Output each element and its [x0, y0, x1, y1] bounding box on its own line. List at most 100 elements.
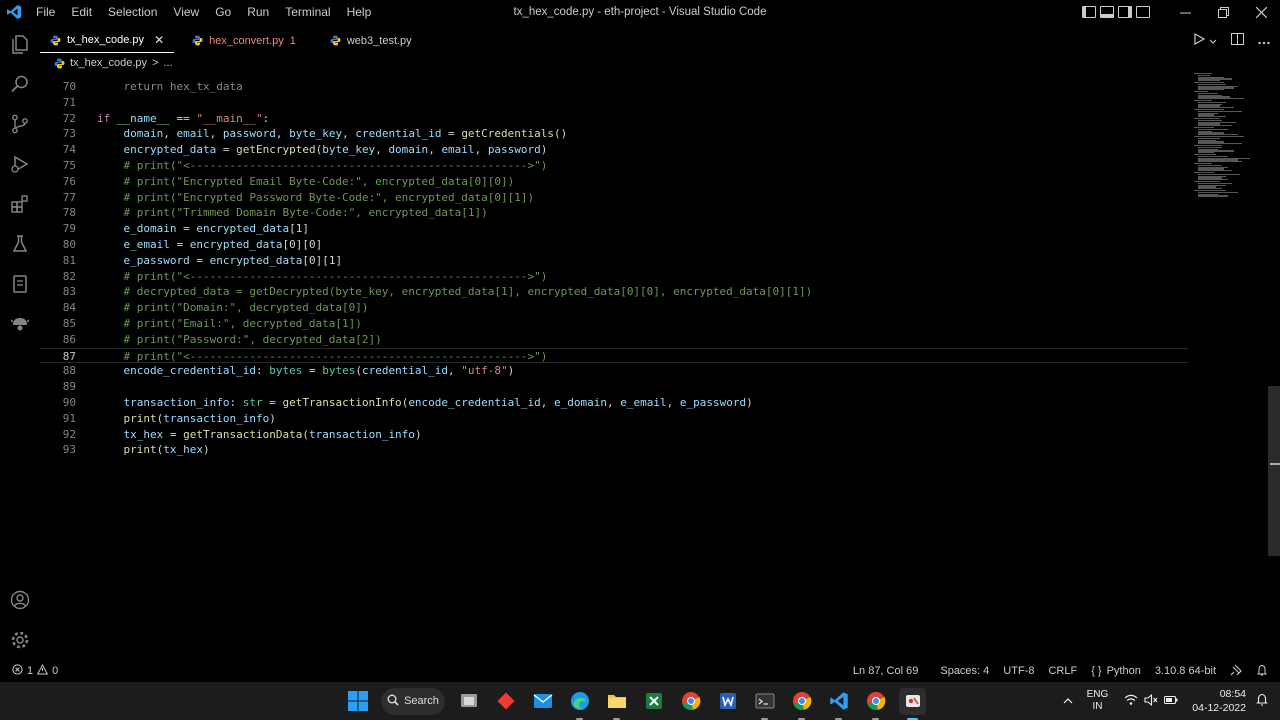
- toggle-secondary-sidebar-icon[interactable]: [1118, 6, 1132, 18]
- code-line[interactable]: 87 # print("<---------------------------…: [40, 347, 1188, 364]
- accounts-icon[interactable]: [0, 580, 40, 620]
- minimap[interactable]: [1190, 71, 1270, 201]
- code-line[interactable]: 76 # print("Encrypted Email Byte-Code:",…: [40, 174, 1188, 190]
- menu-run[interactable]: Run: [239, 0, 277, 24]
- line-number: 89: [62, 380, 76, 394]
- code-editor[interactable]: return hex_tx_data 70 71 72 if __name__ == …: [40, 71, 1188, 656]
- taskbar-search-button[interactable]: Search: [381, 687, 445, 715]
- code-line[interactable]: 86 # print("Password:", decrypted_data[2…: [40, 332, 1188, 348]
- code-line[interactable]: 80 e_email = encrypted_data[0][0]: [40, 237, 1188, 253]
- encoding[interactable]: UTF-8: [1003, 665, 1034, 677]
- code-line[interactable]: 89: [40, 379, 1188, 395]
- settings-gear-icon[interactable]: [0, 620, 40, 660]
- show-hidden-icons-chevron-icon[interactable]: [1063, 695, 1073, 707]
- excel-icon[interactable]: [640, 688, 667, 715]
- toggle-sidebar-icon[interactable]: [1082, 6, 1096, 18]
- code-line[interactable]: 81 e_password = encrypted_data[0][1]: [40, 253, 1188, 269]
- language-label: Python: [1106, 665, 1141, 677]
- code-line[interactable]: 73 domain, email, password, byte_key, cr…: [40, 126, 1188, 142]
- code-line[interactable]: 75 # print("<---------------------------…: [40, 158, 1188, 174]
- line-number: 79: [62, 222, 76, 236]
- menu-view[interactable]: View: [165, 0, 207, 24]
- menu-selection[interactable]: Selection: [100, 0, 165, 24]
- edge-browser-icon[interactable]: [566, 688, 593, 720]
- snipping-tool-icon[interactable]: [899, 687, 926, 720]
- menu-terminal[interactable]: Terminal: [277, 0, 338, 24]
- code-line[interactable]: 84 # print("Domain:", decrypted_data[0]): [40, 300, 1188, 316]
- menu-help[interactable]: Help: [339, 0, 380, 24]
- code-line[interactable]: 72 if __name__ == "__main__":: [40, 111, 1188, 127]
- chrome-icon[interactable]: [677, 688, 704, 715]
- battery-icon[interactable]: [1164, 695, 1178, 708]
- explorer-icon[interactable]: [0, 24, 40, 64]
- code-line[interactable]: 93 print(tx_hex): [40, 442, 1188, 458]
- vscode-taskbar-icon[interactable]: [825, 688, 852, 720]
- split-editor-icon[interactable]: [1231, 33, 1244, 48]
- code-line[interactable]: 78 # print("Trimmed Domain Byte-Code:", …: [40, 205, 1188, 221]
- extensions-icon[interactable]: [0, 184, 40, 224]
- python-interpreter[interactable]: 3.10.8 64-bit: [1155, 665, 1216, 677]
- run-python-file-icon[interactable]: [1193, 32, 1206, 48]
- remote-explorer-icon[interactable]: [0, 264, 40, 304]
- minimize-button[interactable]: [1166, 0, 1204, 24]
- run-options-chevron-icon[interactable]: [1209, 34, 1217, 48]
- code-line[interactable]: 90 transaction_info: str = getTransactio…: [40, 395, 1188, 411]
- task-view-icon[interactable]: [455, 688, 482, 715]
- notification-center-icon[interactable]: [1256, 693, 1268, 709]
- code-line-text: print(transaction_info): [123, 411, 276, 425]
- code-line[interactable]: 79 e_domain = encrypted_data[1]: [40, 221, 1188, 237]
- toggle-panel-icon[interactable]: [1100, 6, 1114, 18]
- error-count: 1: [27, 665, 34, 677]
- code-line[interactable]: 85 # print("Email:", decrypted_data[1]): [40, 316, 1188, 332]
- customize-layout-icon[interactable]: [1136, 6, 1150, 18]
- menu-edit[interactable]: Edit: [63, 0, 100, 24]
- restore-button[interactable]: [1204, 0, 1242, 24]
- menu-file[interactable]: File: [28, 0, 63, 24]
- tab-hex-convert[interactable]: hex_convert.py 1: [182, 28, 306, 53]
- close-window-button[interactable]: [1242, 0, 1280, 24]
- wifi-icon[interactable]: [1124, 694, 1138, 709]
- close-tab-icon[interactable]: ✕: [154, 33, 164, 47]
- word-icon[interactable]: [714, 688, 741, 715]
- code-line-text: encrypted_data = getEncrypted(byte_key, …: [123, 143, 548, 157]
- feedback-icon[interactable]: [1230, 664, 1242, 679]
- volume-muted-icon[interactable]: [1144, 693, 1158, 709]
- input-language[interactable]: ENG IN: [1087, 689, 1109, 713]
- minimap-line: [1198, 195, 1228, 197]
- run-debug-icon[interactable]: [0, 144, 40, 184]
- code-line[interactable]: 70: [40, 79, 1188, 95]
- terminal-icon[interactable]: [751, 688, 778, 720]
- testing-icon[interactable]: [0, 224, 40, 264]
- clock[interactable]: 08:54 04-12-2022: [1192, 687, 1246, 715]
- tab-tx-hex-code[interactable]: tx_hex_code.py ✕: [40, 28, 175, 53]
- windows-start-icon[interactable]: [344, 688, 371, 715]
- tab-web3-test[interactable]: web3_test.py: [320, 28, 422, 53]
- clock-time: 08:54: [1219, 688, 1246, 700]
- extension-panel-icon[interactable]: [0, 304, 40, 344]
- mail-icon[interactable]: [529, 688, 556, 715]
- vertical-scrollbar[interactable]: [1268, 386, 1280, 556]
- search-icon[interactable]: [0, 64, 40, 104]
- source-control-icon[interactable]: [0, 104, 40, 144]
- code-line[interactable]: 82 # print("<---------------------------…: [40, 269, 1188, 285]
- file-explorer-icon[interactable]: [603, 688, 630, 720]
- code-line[interactable]: 71: [40, 95, 1188, 111]
- code-line[interactable]: 88 encode_credential_id: bytes = bytes(c…: [40, 363, 1188, 379]
- code-line[interactable]: 91 print(transaction_info): [40, 411, 1188, 427]
- more-actions-icon[interactable]: [1258, 34, 1270, 48]
- search-icon: [387, 694, 399, 709]
- chrome-profile-icon[interactable]: [788, 688, 815, 720]
- indentation[interactable]: Spaces: 4: [940, 665, 989, 677]
- end-of-line[interactable]: CRLF: [1048, 665, 1077, 677]
- code-line[interactable]: 74 encrypted_data = getEncrypted(byte_ke…: [40, 142, 1188, 158]
- problems-indicator[interactable]: 1 0: [12, 660, 58, 682]
- cursor-position[interactable]: Ln 87, Col 69: [853, 665, 918, 677]
- git-app-icon[interactable]: [492, 688, 519, 715]
- code-line[interactable]: 77 # print("Encrypted Password Byte-Code…: [40, 190, 1188, 206]
- code-line[interactable]: 92 tx_hex = getTransactionData(transacti…: [40, 427, 1188, 443]
- language-mode[interactable]: { } Python: [1091, 665, 1141, 677]
- code-line[interactable]: 83 # decrypted_data = getDecrypted(byte_…: [40, 284, 1188, 300]
- chrome-app-icon[interactable]: [862, 688, 889, 720]
- menu-go[interactable]: Go: [207, 0, 239, 24]
- notifications-bell-icon[interactable]: [1256, 664, 1268, 679]
